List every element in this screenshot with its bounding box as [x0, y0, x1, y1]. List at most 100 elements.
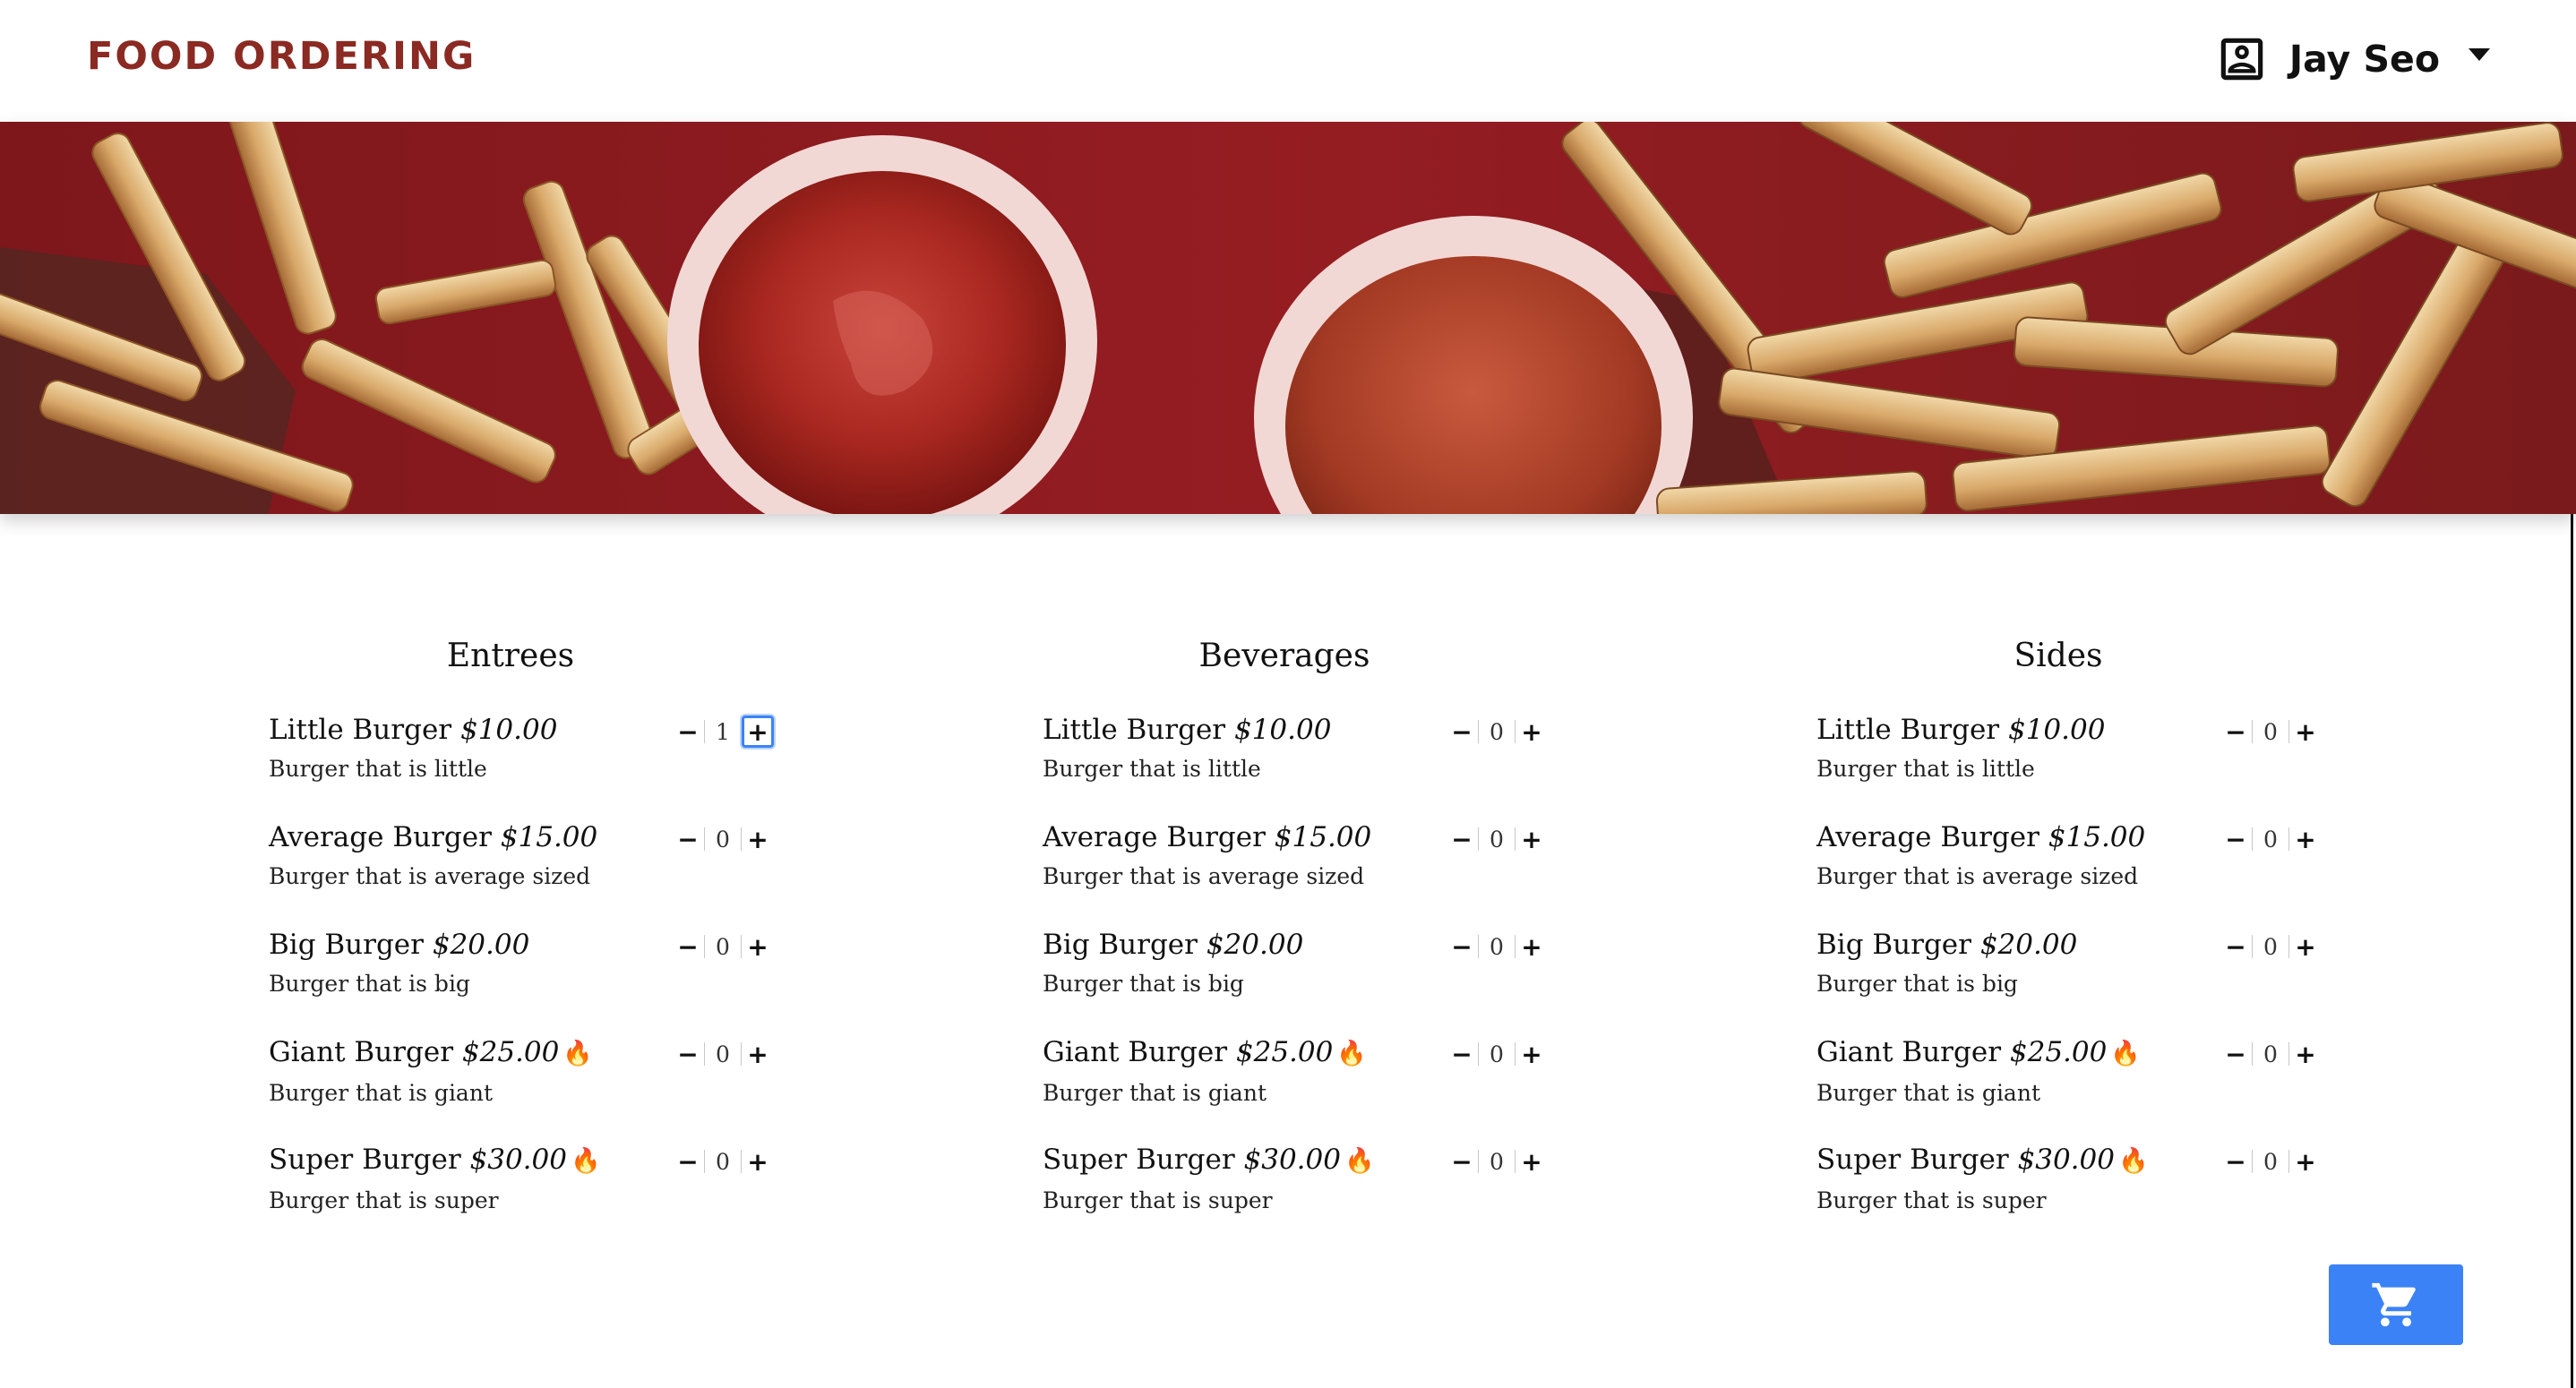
decrement-button[interactable]: −	[2220, 930, 2252, 963]
item-description: Burger that is giant	[1043, 1080, 1267, 1106]
item-name: Big Burger	[1816, 929, 1971, 961]
decrement-button[interactable]: −	[672, 930, 704, 963]
item-name: Super Burger	[1816, 1144, 2009, 1176]
item-description: Burger that is super	[1043, 1187, 1273, 1213]
item-description: Burger that is little	[1816, 756, 2035, 782]
app-title[interactable]: FOOD ORDERING	[87, 34, 476, 79]
item-description: Burger that is super	[269, 1187, 499, 1213]
item-description: Burger that is giant	[269, 1080, 493, 1106]
menu-item: Super Burger $30.00 🔥 Burger that is super…	[1043, 1140, 1598, 1247]
quantity-stepper: −0 +	[2220, 714, 2322, 750]
decrement-button[interactable]: −	[1446, 715, 1478, 748]
shopping-cart-icon	[2372, 1282, 2416, 1327]
quantity-stepper: −1 +	[672, 714, 774, 750]
page-right-border	[2571, 514, 2573, 1388]
quantity-value: 0	[2263, 826, 2278, 853]
decrement-button[interactable]: −	[1446, 1145, 1478, 1178]
increment-button[interactable]: +	[2289, 930, 2322, 963]
menu-item: Little Burger $10.00 Burger that is littl…	[1816, 710, 2372, 818]
increment-button[interactable]: +	[1516, 930, 1548, 963]
increment-button[interactable]: +	[1516, 1038, 1548, 1070]
item-name: Super Burger	[1043, 1144, 1235, 1176]
decrement-button[interactable]: −	[2220, 823, 2252, 855]
quantity-value: 0	[2263, 718, 2278, 745]
column-title: Beverages	[1198, 638, 1370, 674]
increment-button[interactable]: +	[2289, 823, 2322, 855]
menu-item: Average Burger $15.00 Burger that is aver…	[1043, 818, 1598, 925]
increment-button[interactable]: +	[1516, 823, 1548, 855]
increment-button[interactable]: +	[2289, 1038, 2322, 1070]
fire-icon: 🔥	[2117, 1147, 2149, 1175]
quantity-stepper: −0 +	[1446, 1144, 1548, 1179]
decrement-button[interactable]: −	[672, 823, 704, 855]
quantity-stepper: −0 +	[1446, 714, 1548, 750]
cart-button[interactable]	[2329, 1264, 2463, 1345]
item-name: Giant Burger	[1043, 1036, 1228, 1068]
item-description: Burger that is big	[1816, 971, 2018, 997]
hero-banner-image	[0, 122, 2576, 514]
quantity-value: 0	[1490, 718, 1504, 745]
increment-button[interactable]: +	[742, 715, 774, 748]
quantity-value: 0	[1490, 826, 1504, 853]
decrement-button[interactable]: −	[2220, 1145, 2252, 1178]
increment-button[interactable]: +	[742, 823, 774, 855]
decrement-button[interactable]: −	[672, 1145, 704, 1178]
quantity-stepper: −0 +	[2220, 821, 2322, 857]
item-price: $20.00	[1979, 929, 2078, 961]
item-name: Average Burger	[1043, 821, 1266, 853]
fries-and-sauces-illustration	[0, 122, 2576, 514]
fire-icon: 🔥	[570, 1147, 601, 1175]
account-box-icon	[2220, 38, 2263, 81]
item-price: $30.00	[469, 1144, 567, 1176]
item-description: Burger that is little	[1043, 756, 1261, 782]
quantity-value: 0	[1490, 933, 1504, 960]
quantity-value: 0	[2263, 1148, 2278, 1175]
item-description: Burger that is average sized	[1816, 863, 2139, 889]
increment-button[interactable]: +	[742, 1145, 774, 1178]
decrement-button[interactable]: −	[1446, 823, 1478, 855]
decrement-button[interactable]: −	[2220, 1038, 2252, 1070]
caret-down-icon	[2469, 48, 2490, 61]
quantity-value: 0	[716, 933, 730, 960]
increment-button[interactable]: +	[2289, 1145, 2322, 1178]
item-price: $30.00	[1243, 1144, 1341, 1176]
menu-item: Average Burger $15.00 Burger that is aver…	[269, 818, 824, 925]
increment-button[interactable]: +	[1516, 1145, 1548, 1178]
item-price: $15.00	[2048, 821, 2146, 853]
item-name: Little Burger	[1043, 714, 1226, 746]
quantity-value: 0	[716, 826, 730, 853]
decrement-button[interactable]: −	[1446, 930, 1478, 963]
decrement-button[interactable]: −	[672, 715, 704, 748]
decrement-button[interactable]: −	[1446, 1038, 1478, 1070]
item-description: Burger that is little	[269, 756, 487, 782]
increment-button[interactable]: +	[742, 930, 774, 963]
decrement-button[interactable]: −	[672, 1038, 704, 1070]
menu-column-entrees: Entrees Little Burger $10.00 Burger that i…	[269, 638, 824, 1247]
increment-button[interactable]: +	[1516, 715, 1548, 748]
quantity-value: 0	[2263, 933, 2278, 960]
item-name: Giant Burger	[1816, 1036, 2002, 1068]
menu-column-beverages: Beverages Little Burger $10.00 Burger that…	[1043, 638, 1598, 1247]
menu-column-sides: Sides Little Burger $10.00 Burger that is …	[1816, 638, 2372, 1247]
user-name: Jay Seo	[2288, 38, 2440, 81]
item-description: Burger that is giant	[1816, 1080, 2040, 1106]
item-name: Giant Burger	[269, 1036, 454, 1068]
item-price: $10.00	[2007, 714, 2106, 746]
column-title: Entrees	[446, 638, 575, 674]
item-name: Big Burger	[269, 929, 424, 961]
menu-item: Giant Burger $25.00 🔥 Burger that is giant…	[1043, 1032, 1598, 1140]
quantity-stepper: −0 +	[1446, 821, 1548, 857]
menu-item: Big Burger $20.00 Burger that is big −0 +	[1043, 925, 1598, 1032]
user-menu[interactable]: Jay Seo	[2214, 30, 2490, 88]
increment-button[interactable]: +	[2289, 715, 2322, 748]
increment-button[interactable]: +	[742, 1038, 774, 1070]
item-name: Big Burger	[1043, 929, 1198, 961]
quantity-stepper: −0 +	[2220, 1144, 2322, 1179]
item-price: $10.00	[459, 714, 558, 746]
item-price: $20.00	[1206, 929, 1304, 961]
quantity-stepper: −0 +	[1446, 1036, 1548, 1072]
quantity-stepper: −0 +	[2220, 929, 2322, 964]
item-name: Little Burger	[1816, 714, 2000, 746]
item-description: Burger that is average sized	[1043, 863, 1365, 889]
decrement-button[interactable]: −	[2220, 715, 2252, 748]
